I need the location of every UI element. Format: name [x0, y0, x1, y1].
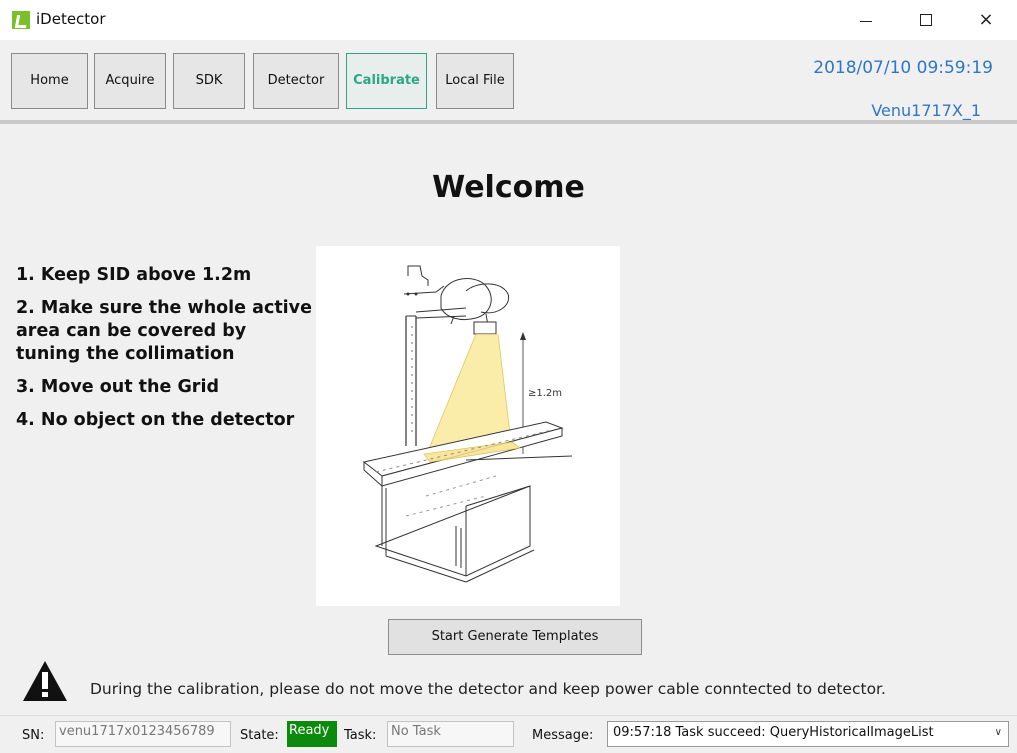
instruction-step: 4. No object on the detector [16, 410, 295, 430]
maximize-icon [920, 14, 932, 26]
device-name: Venu1717X_1 [871, 101, 981, 120]
title-bar: iDetector × [0, 0, 1017, 40]
sid-label: ≥1.2m [528, 388, 562, 399]
sn-label: SN: [22, 728, 45, 743]
task-field: No Task [387, 721, 514, 747]
tab-local-file[interactable]: Local File [436, 53, 514, 109]
page-title: Welcome [432, 170, 585, 205]
toolbar: Home Acquire SDK Detector Calibrate Loca… [0, 40, 1017, 120]
tab-calibrate[interactable]: Calibrate [346, 53, 427, 109]
window-title: iDetector [36, 10, 106, 28]
idetector-logo-icon [12, 11, 30, 29]
calibration-warning: During the calibration, please do not mo… [22, 655, 1012, 705]
tab-sdk[interactable]: SDK [173, 53, 245, 109]
instruction-list: 1. Keep SID above 1.2m 2. Make sure the … [16, 264, 316, 442]
chevron-down-icon: ∨ [994, 727, 1002, 738]
sn-field: venu1717x0123456789 [55, 721, 231, 747]
state-label: State: [240, 728, 279, 743]
tab-detector[interactable]: Detector [253, 53, 339, 109]
minimize-icon [860, 21, 872, 22]
tab-acquire[interactable]: Acquire [94, 53, 166, 109]
warning-text: During the calibration, please do not mo… [90, 680, 886, 698]
datetime-display: 2018/07/10 09:59:19 [813, 58, 993, 78]
xray-table-drawing: ≥1.2m [362, 265, 573, 583]
calibrate-panel: Welcome 1. Keep SID above 1.2m 2. Make s… [0, 124, 1017, 714]
warning-icon [23, 661, 67, 701]
instruction-step: 3. Move out the Grid [16, 377, 219, 397]
instruction-step: 1. Keep SID above 1.2m [16, 265, 252, 285]
status-bar: SN: venu1717x0123456789 State: Ready Tas… [0, 715, 1017, 753]
xray-setup-illustration: ≥1.2m [316, 246, 620, 606]
status-badge: Ready [287, 721, 337, 747]
close-button[interactable]: × [963, 0, 1009, 40]
message-select[interactable]: 09:57:18 Task succeed: QueryHistoricalIm… [607, 721, 1009, 747]
maximize-button[interactable] [903, 0, 949, 40]
start-generate-templates-button[interactable]: Start Generate Templates [388, 619, 642, 655]
instruction-step: 2. Make sure the whole active area can b… [16, 298, 312, 364]
task-label: Task: [344, 728, 377, 743]
close-icon: × [978, 9, 994, 30]
message-value: 09:57:18 Task succeed: QueryHistoricalIm… [613, 725, 934, 740]
minimize-button[interactable] [843, 0, 889, 40]
tab-home[interactable]: Home [11, 53, 88, 109]
message-label: Message: [532, 728, 594, 743]
